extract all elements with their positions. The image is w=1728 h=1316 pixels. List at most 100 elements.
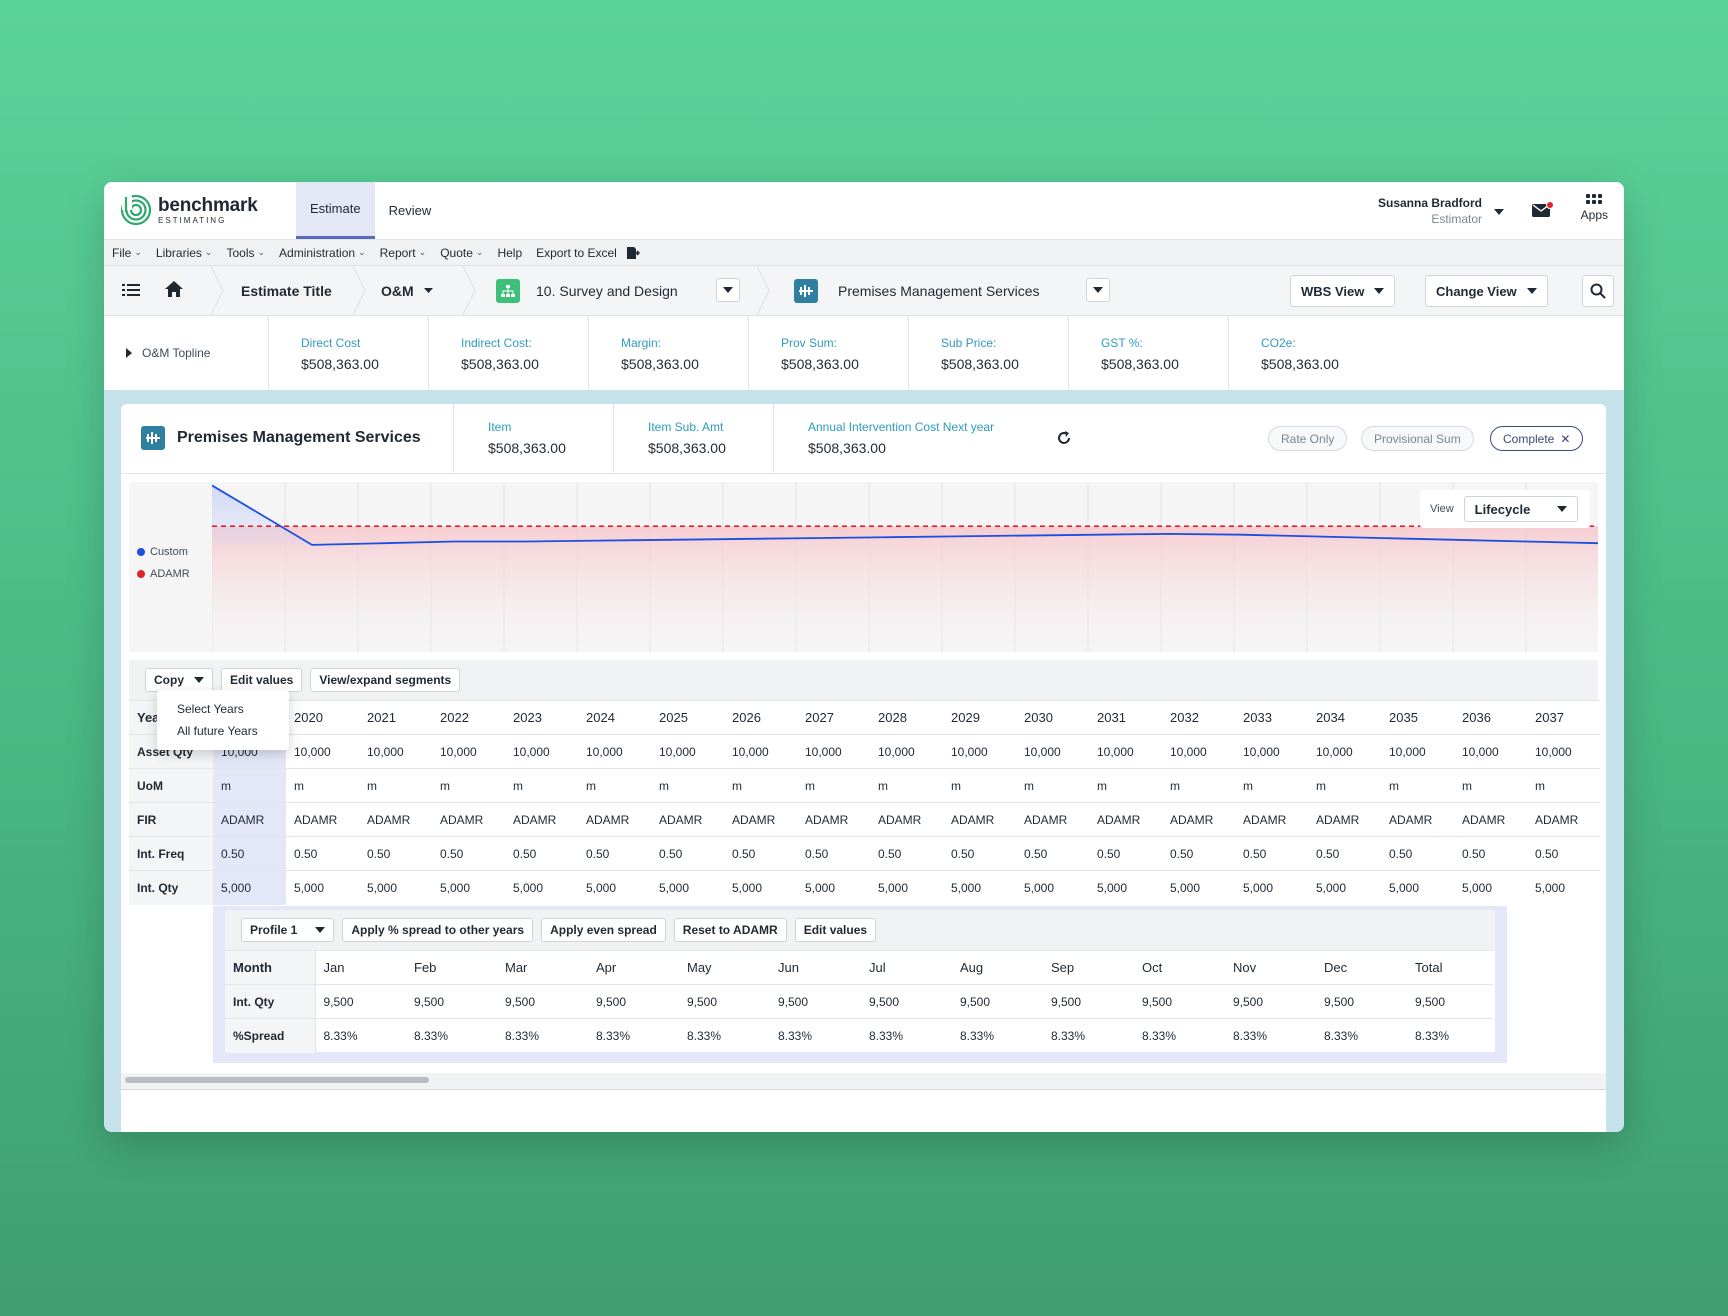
table-cell[interactable]: 0.50 <box>797 836 870 871</box>
table-cell[interactable]: 5,000 <box>432 870 505 905</box>
table-cell[interactable]: 0.50 <box>432 836 505 871</box>
complete-pill[interactable]: Complete ✕ <box>1490 426 1584 451</box>
item-dropdown-button[interactable] <box>1086 278 1110 302</box>
table-cell[interactable]: 10,000 <box>1162 734 1235 769</box>
table-cell[interactable]: 0.50 <box>651 836 724 871</box>
table-cell[interactable]: 8.33% <box>1407 1018 1493 1053</box>
reset-to-adamr-button[interactable]: Reset to ADAMR <box>673 918 787 942</box>
profile-dropdown-button[interactable]: Profile 1 <box>241 918 335 942</box>
menu-export-excel[interactable]: Export to Excel <box>536 246 640 260</box>
breadcrumb-item[interactable]: Premises Management Services <box>794 266 1040 315</box>
table-cell[interactable]: 5,000 <box>578 870 651 905</box>
table-cell[interactable]: ADAMR <box>213 802 286 837</box>
table-cell[interactable]: 8.33% <box>861 1018 952 1053</box>
table-cell[interactable]: 9,500 <box>497 984 588 1019</box>
table-cell[interactable]: 2021 <box>359 700 432 735</box>
close-icon[interactable]: ✕ <box>1560 432 1570 446</box>
table-cell[interactable]: 8.33% <box>679 1018 770 1053</box>
menu-libraries[interactable]: Libraries ⌄ <box>156 246 213 260</box>
table-cell[interactable]: May <box>679 950 770 985</box>
search-button[interactable] <box>1582 275 1614 307</box>
table-cell[interactable]: 0.50 <box>1016 836 1089 871</box>
table-cell[interactable]: 5,000 <box>1381 870 1454 905</box>
table-cell[interactable]: 8.33% <box>1225 1018 1316 1053</box>
table-cell[interactable]: 5,000 <box>1016 870 1089 905</box>
view-expand-segments-button[interactable]: View/expand segments <box>310 668 461 692</box>
user-info[interactable]: Susanna Bradford Estimator <box>1378 196 1482 226</box>
table-cell[interactable]: Dec <box>1316 950 1407 985</box>
apply-even-spread-button[interactable]: Apply even spread <box>541 918 666 942</box>
table-cell[interactable]: 10,000 <box>943 734 1016 769</box>
mail-button[interactable] <box>1532 201 1554 219</box>
table-cell[interactable]: ADAMR <box>1089 802 1162 837</box>
table-cell[interactable]: 9,500 <box>770 984 861 1019</box>
table-cell[interactable]: 9,500 <box>1225 984 1316 1019</box>
list-view-button[interactable] <box>122 282 140 298</box>
wbs-view-button[interactable]: WBS View <box>1290 275 1396 307</box>
table-cell[interactable]: 2036 <box>1454 700 1527 735</box>
table-cell[interactable]: m <box>797 768 870 803</box>
table-cell[interactable]: m <box>724 768 797 803</box>
table-cell[interactable]: Feb <box>406 950 497 985</box>
om-topline-toggle[interactable]: O&M Topline <box>104 316 269 390</box>
table-cell[interactable]: 5,000 <box>505 870 578 905</box>
table-cell[interactable]: 0.50 <box>1454 836 1527 871</box>
table-cell[interactable]: 5,000 <box>1162 870 1235 905</box>
table-cell[interactable]: 2031 <box>1089 700 1162 735</box>
table-cell[interactable]: ADAMR <box>1308 802 1381 837</box>
brand-logo[interactable]: benchmark ESTIMATING <box>120 194 258 226</box>
horizontal-scrollbar[interactable] <box>125 1077 429 1083</box>
rate-only-pill[interactable]: Rate Only <box>1268 426 1348 451</box>
table-cell[interactable]: 8.33% <box>1043 1018 1134 1053</box>
table-cell[interactable]: m <box>213 768 286 803</box>
section-dropdown-button[interactable] <box>716 278 740 302</box>
table-cell[interactable]: 9,500 <box>1316 984 1407 1019</box>
table-cell[interactable]: ADAMR <box>1454 802 1527 837</box>
table-cell[interactable]: 0.50 <box>213 836 286 871</box>
change-view-button[interactable]: Change View <box>1425 275 1548 307</box>
table-cell[interactable]: 0.50 <box>505 836 578 871</box>
table-cell[interactable]: ADAMR <box>578 802 651 837</box>
table-cell[interactable]: ADAMR <box>943 802 1016 837</box>
table-cell[interactable]: 0.50 <box>1235 836 1308 871</box>
table-cell[interactable]: 8.33% <box>497 1018 588 1053</box>
table-cell[interactable]: m <box>286 768 359 803</box>
table-cell[interactable]: 10,000 <box>1308 734 1381 769</box>
table-cell[interactable]: Oct <box>1134 950 1225 985</box>
table-cell[interactable]: 10,000 <box>1454 734 1527 769</box>
table-cell[interactable]: 10,000 <box>578 734 651 769</box>
copy-option-all-future-years[interactable]: All future Years <box>157 720 289 742</box>
table-cell[interactable]: ADAMR <box>1016 802 1089 837</box>
menu-report[interactable]: Report ⌄ <box>380 246 427 260</box>
table-cell[interactable]: 10,000 <box>1527 734 1600 769</box>
table-cell[interactable]: 2026 <box>724 700 797 735</box>
breadcrumb-section[interactable]: 10. Survey and Design <box>496 266 678 315</box>
table-cell[interactable]: 0.50 <box>1381 836 1454 871</box>
table-cell[interactable]: m <box>943 768 1016 803</box>
table-cell[interactable]: 9,500 <box>1407 984 1493 1019</box>
table-cell[interactable]: ADAMR <box>432 802 505 837</box>
table-cell[interactable]: 2024 <box>578 700 651 735</box>
table-cell[interactable]: 5,000 <box>359 870 432 905</box>
tab-review[interactable]: Review <box>375 182 446 239</box>
apps-button[interactable]: Apps <box>1581 194 1608 222</box>
table-cell[interactable]: ADAMR <box>870 802 943 837</box>
table-cell[interactable]: m <box>1527 768 1600 803</box>
table-cell[interactable]: 2032 <box>1162 700 1235 735</box>
home-button[interactable] <box>164 280 184 298</box>
menu-tools[interactable]: Tools ⌄ <box>226 246 265 260</box>
table-cell[interactable]: 9,500 <box>952 984 1043 1019</box>
table-cell[interactable]: 10,000 <box>286 734 359 769</box>
table-cell[interactable]: m <box>1381 768 1454 803</box>
table-cell[interactable]: 2027 <box>797 700 870 735</box>
provisional-sum-pill[interactable]: Provisional Sum <box>1361 426 1474 451</box>
table-cell[interactable]: 8.33% <box>1134 1018 1225 1053</box>
table-cell[interactable]: 10,000 <box>651 734 724 769</box>
table-cell[interactable]: 2030 <box>1016 700 1089 735</box>
table-cell[interactable]: 9,500 <box>679 984 770 1019</box>
view-select[interactable]: Lifecycle <box>1463 496 1578 522</box>
table-cell[interactable]: Sep <box>1043 950 1134 985</box>
segment-edit-values-button[interactable]: Edit values <box>794 918 877 942</box>
table-cell[interactable]: 0.50 <box>1162 836 1235 871</box>
table-cell[interactable]: ADAMR <box>286 802 359 837</box>
